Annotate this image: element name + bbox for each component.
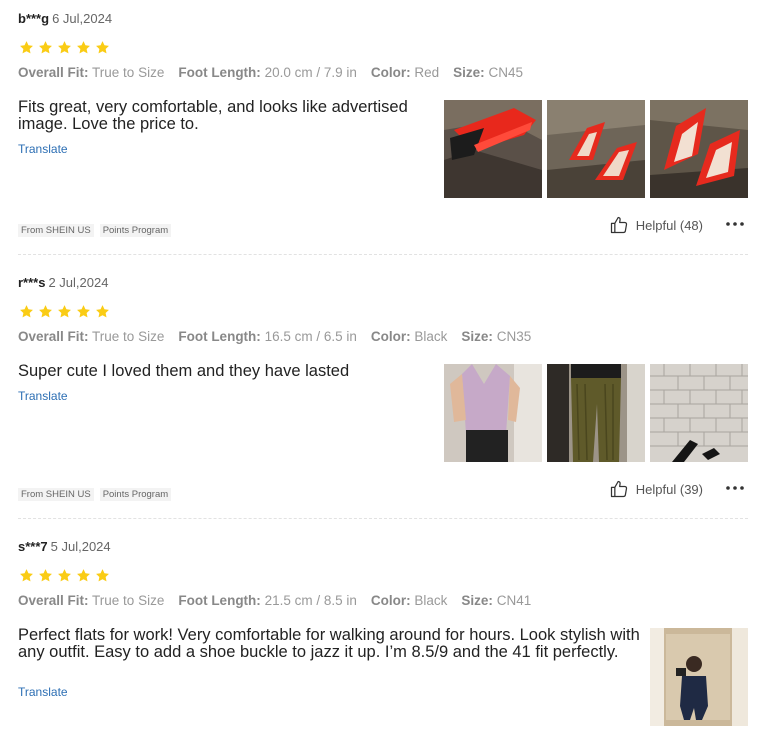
review-date: 2 Jul,2024: [48, 275, 109, 290]
star-icon: [57, 40, 72, 55]
review-photo[interactable]: [650, 100, 748, 198]
attr-foot-length: Foot Length: 20.0 cm / 7.9 in: [178, 65, 357, 80]
helpful-count: Helpful (48): [635, 217, 703, 233]
attr-foot-length: Foot Length: 21.5 cm / 8.5 in: [178, 593, 357, 608]
review-photo[interactable]: [444, 364, 542, 462]
review-tags: From SHEIN US Points Program: [18, 486, 177, 504]
review-date: 5 Jul,2024: [50, 539, 111, 554]
helpful-count: Helpful (39): [635, 481, 703, 497]
attr-color: Color: Red: [370, 65, 440, 80]
review-divider: [18, 254, 748, 255]
more-dots-icon[interactable]: [724, 481, 746, 495]
reviewer-name: s***7: [18, 539, 48, 554]
star-icon: [38, 568, 53, 583]
reviewer-name: b***g: [18, 11, 50, 26]
attr-color: Color: Black: [370, 329, 448, 344]
review-text: Super cute I loved them and they have la…: [18, 362, 350, 380]
attr-overall-fit: Overall Fit: True to Size: [18, 329, 165, 344]
review-header: s***7 5 Jul,2024: [18, 539, 111, 554]
review-photos: [645, 628, 748, 726]
review-footer: From SHEIN US Points Program Helpful (48): [18, 216, 748, 240]
review-header: r***s 2 Jul,2024: [18, 275, 108, 290]
star-icon: [76, 40, 91, 55]
attr-size: Size: CN35: [461, 329, 532, 344]
attr-foot-length: Foot Length: 16.5 cm / 6.5 in: [178, 329, 357, 344]
review-text: Fits great, very comfortable, and looks …: [18, 98, 408, 133]
reviewer-name: r***s: [18, 275, 46, 290]
attr-color: Color: Black: [370, 593, 448, 608]
attr-size: Size: CN41: [461, 593, 532, 608]
more-dots-icon[interactable]: [724, 217, 746, 231]
star-icon: [76, 304, 91, 319]
review-tags: From SHEIN US Points Program: [18, 222, 177, 240]
star-icon: [95, 568, 110, 583]
star-icon: [57, 304, 72, 319]
thumbs-up-icon: [609, 479, 629, 499]
size-attributes: Overall Fit: True to Size Foot Length: 21…: [18, 593, 545, 608]
star-icon: [76, 568, 91, 583]
star-icon: [38, 304, 53, 319]
review-photo[interactable]: [444, 100, 542, 198]
attr-overall-fit: Overall Fit: True to Size: [18, 65, 165, 80]
helpful-button[interactable]: Helpful (39): [609, 479, 703, 499]
translate-link[interactable]: Translate: [18, 142, 68, 156]
points-tag: Points Program: [99, 488, 172, 502]
review-footer: From SHEIN US Points Program Helpful (39): [18, 480, 748, 504]
review-photos: [439, 364, 748, 462]
review-photos: [439, 100, 748, 198]
review-photo[interactable]: [547, 100, 645, 198]
attr-size: Size: CN45: [453, 65, 523, 80]
review-header: b***g 6 Jul,2024: [18, 11, 112, 26]
star-icon: [19, 568, 34, 583]
star-icon: [38, 40, 53, 55]
star-rating: [19, 40, 114, 56]
star-icon: [95, 304, 110, 319]
star-icon: [95, 40, 110, 55]
attr-overall-fit: Overall Fit: True to Size: [18, 593, 165, 608]
helpful-button[interactable]: Helpful (48): [609, 215, 703, 235]
size-attributes: Overall Fit: True to Size Foot Length: 16…: [18, 329, 545, 344]
translate-link[interactable]: Translate: [18, 389, 68, 403]
points-tag: Points Program: [99, 224, 172, 238]
review-text: Perfect flats for work! Very comfortable…: [18, 626, 640, 661]
source-tag: From SHEIN US: [18, 224, 94, 238]
review-photo[interactable]: [547, 364, 645, 462]
size-attributes: Overall Fit: True to Size Foot Length: 20…: [18, 65, 537, 80]
review-date: 6 Jul,2024: [52, 11, 113, 26]
star-icon: [19, 304, 34, 319]
star-rating: [19, 304, 114, 320]
star-rating: [19, 568, 114, 584]
thumbs-up-icon: [609, 215, 629, 235]
review-photo[interactable]: [650, 364, 748, 462]
star-icon: [19, 40, 34, 55]
review-divider: [18, 518, 748, 519]
review-photo[interactable]: [650, 628, 748, 726]
translate-link[interactable]: Translate: [18, 685, 68, 699]
star-icon: [57, 568, 72, 583]
source-tag: From SHEIN US: [18, 488, 94, 502]
